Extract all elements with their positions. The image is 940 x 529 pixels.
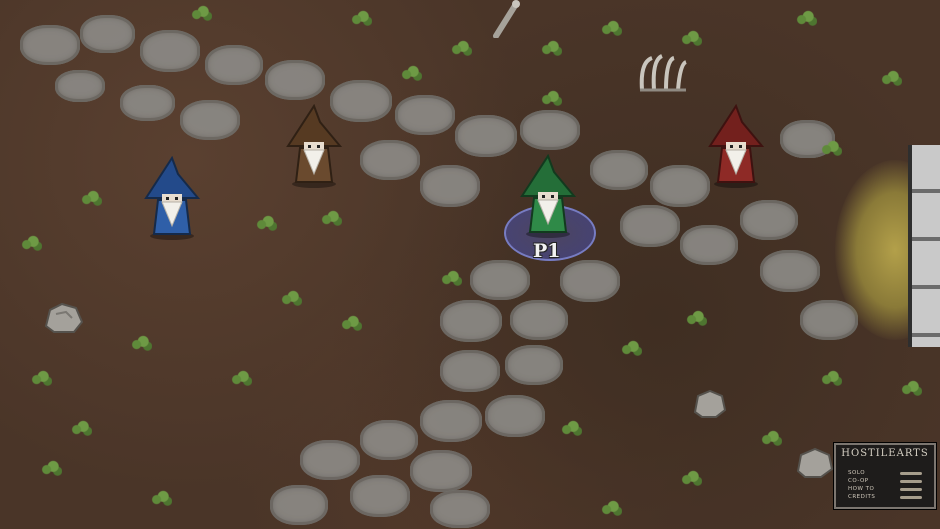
grass-tuft — [760, 430, 782, 446]
grass-tuft — [255, 215, 277, 231]
menu-item-label: CREDITS — [848, 494, 876, 500]
grass-tuft — [20, 235, 42, 251]
menu-item-label: CO-OP — [848, 478, 869, 484]
red-wizard[interactable] — [706, 104, 766, 188]
stone-gate[interactable] — [908, 145, 940, 347]
grass-tuft — [30, 370, 52, 386]
cobblestone — [205, 45, 263, 85]
cobblestone — [590, 150, 648, 190]
grass-tuft — [400, 65, 422, 81]
grass-tuft — [320, 210, 342, 226]
bone — [490, 0, 524, 38]
rock — [42, 300, 86, 336]
grass-tuft — [440, 270, 462, 286]
menu-title-logo: HOSTILEARTS — [841, 448, 929, 459]
cobblestone — [265, 60, 325, 100]
cobblestone — [520, 110, 580, 150]
menu-item-marker — [900, 488, 922, 491]
cobblestone — [760, 250, 820, 292]
cobblestone — [410, 450, 472, 492]
cobblestone — [420, 165, 480, 207]
cobblestone — [120, 85, 175, 121]
cobblestone — [430, 490, 490, 528]
cobblestone — [55, 70, 105, 102]
player-marker-label: P1 — [533, 240, 561, 262]
menu-item-label: HOW TO — [848, 486, 875, 492]
cobblestone — [560, 260, 620, 302]
menu-item-credits[interactable]: CREDITS — [848, 493, 928, 502]
cobblestone — [140, 30, 200, 72]
cobblestone — [360, 140, 420, 180]
grass-tuft — [40, 460, 62, 476]
cobblestone — [80, 15, 135, 53]
wizard-sprite-brown — [286, 104, 343, 188]
cobblestone — [510, 300, 568, 340]
grass-tuft — [680, 30, 702, 46]
menu-item-marker — [900, 480, 922, 483]
grass-tuft — [70, 420, 92, 436]
main-menu-panel: HOSTILEARTS SOLO CO-OP HOW TO CREDITS — [834, 443, 936, 509]
grass-tuft — [540, 40, 562, 56]
cobblestone — [350, 475, 410, 517]
grass-tuft — [820, 370, 842, 386]
cobblestone — [20, 25, 80, 65]
cobblestone — [440, 300, 502, 342]
cobblestone — [270, 485, 328, 525]
grass-tuft — [880, 70, 902, 86]
grass-tuft — [230, 370, 252, 386]
cobblestone — [470, 260, 530, 300]
grass-tuft — [130, 335, 152, 351]
rock — [795, 445, 835, 481]
cobblestone — [360, 420, 418, 460]
menu-item-marker — [900, 472, 922, 475]
grass-tuft — [560, 420, 582, 436]
cobblestone — [505, 345, 563, 385]
grass-tuft — [820, 140, 842, 156]
grass-tuft — [450, 40, 472, 56]
blue-wizard[interactable] — [142, 156, 202, 240]
grass-tuft — [680, 470, 702, 486]
grass-tuft — [350, 10, 372, 26]
grass-tuft — [280, 290, 302, 306]
cobblestone — [440, 350, 500, 392]
grass-tuft — [340, 315, 362, 331]
grass-tuft — [190, 5, 212, 21]
cobblestone — [620, 205, 680, 247]
brown-wizard[interactable] — [284, 104, 344, 188]
grass-tuft — [600, 20, 622, 36]
cobblestone — [420, 400, 482, 442]
wizard-sprite-blue — [144, 156, 201, 240]
grass-tuft — [600, 500, 622, 516]
green-wizard[interactable] — [518, 154, 578, 238]
cobblestone — [395, 95, 455, 135]
menu-item-marker — [900, 496, 922, 499]
rock — [692, 388, 728, 420]
cobblestone — [485, 395, 545, 437]
grass-tuft — [685, 310, 707, 326]
grass-tuft — [620, 340, 642, 356]
grass-tuft — [80, 190, 102, 206]
grass-tuft — [150, 490, 172, 506]
cobblestone — [300, 440, 360, 480]
grass-tuft — [900, 380, 922, 396]
wizard-sprite-red — [708, 104, 765, 188]
cobblestone — [740, 200, 798, 240]
grass-tuft — [540, 90, 562, 106]
cobblestone — [680, 225, 738, 265]
grass-tuft — [795, 10, 817, 26]
cobblestone — [455, 115, 517, 157]
cobblestone — [180, 100, 240, 140]
cobblestone — [650, 165, 710, 207]
menu-item-label: SOLO — [848, 470, 866, 476]
wizard-sprite-green — [520, 154, 577, 238]
ribcage-bones — [636, 52, 690, 96]
